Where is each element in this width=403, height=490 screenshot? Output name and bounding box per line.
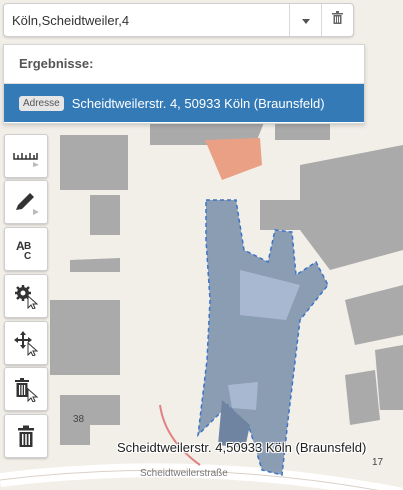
clear-search-button[interactable] (321, 4, 353, 36)
move-tool-button[interactable] (4, 321, 48, 365)
dropdown-button[interactable] (289, 4, 321, 36)
result-item[interactable]: Adresse Scheidtweilerstr. 4, 50933 Köln … (4, 84, 364, 122)
trash-cursor-icon (13, 376, 39, 402)
move-cursor-icon (13, 330, 39, 356)
trash-icon (16, 425, 36, 447)
caret-down-icon (301, 11, 310, 29)
gear-cursor-icon (13, 283, 39, 309)
draw-tool-button[interactable] (4, 180, 48, 224)
edit-settings-tool-button[interactable] (4, 274, 48, 318)
result-text: Scheidtweilerstr. 4, 50933 Köln (Braunsf… (71, 95, 325, 111)
result-type-badge: Adresse (19, 95, 64, 111)
house-number: 38 (73, 414, 85, 425)
trash-icon (332, 11, 343, 29)
ruler-icon (13, 145, 39, 167)
street-label: Scheidtweilerstraße (140, 468, 228, 479)
delete-feature-tool-button[interactable] (4, 367, 48, 411)
address-map-label: Scheidtweilerstr. 4,50933 Köln (Braunsfe… (117, 440, 367, 455)
measure-tool-button[interactable] (4, 134, 48, 178)
results-header: Ergebnisse: (4, 45, 364, 84)
pencil-icon (13, 189, 39, 215)
svg-text:C: C (24, 251, 31, 261)
delete-all-tool-button[interactable] (4, 414, 48, 458)
search-input[interactable] (4, 4, 289, 36)
text-abc-icon: ABC (14, 237, 38, 261)
house-number: 17 (372, 457, 384, 468)
search-bar (3, 3, 354, 37)
search-results: Ergebnisse: Adresse Scheidtweilerstr. 4,… (3, 44, 365, 124)
text-tool-button[interactable]: ABC (4, 227, 48, 271)
